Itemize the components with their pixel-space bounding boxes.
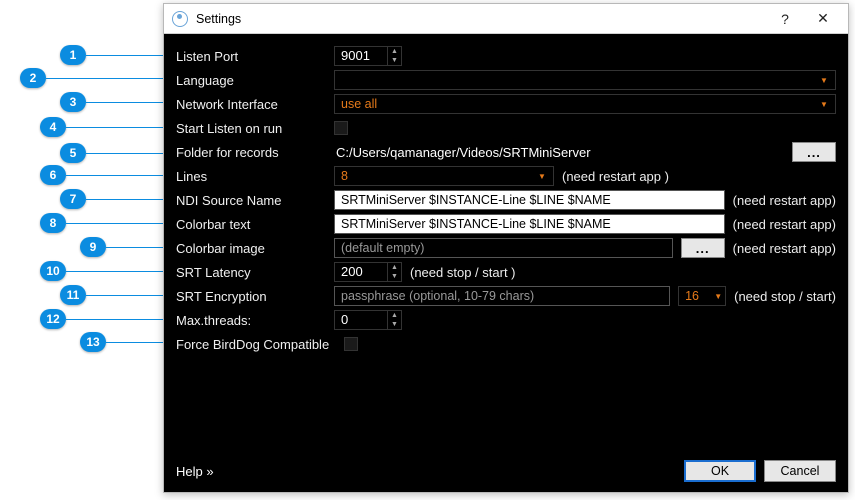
- close-button[interactable]: ✕: [804, 5, 842, 33]
- help-button[interactable]: ?: [766, 5, 804, 33]
- colorbar-image-label: Colorbar image: [176, 241, 326, 256]
- chevron-down-icon: ▼: [817, 76, 831, 85]
- app-icon: [172, 11, 188, 27]
- content-area: Listen Port 9001 ▲▼ Language ▼ Network I…: [164, 34, 848, 492]
- chevron-down-icon: ▼: [535, 172, 549, 181]
- callout-12: 12: [40, 309, 66, 329]
- chevron-up-icon[interactable]: ▲: [388, 47, 401, 56]
- srt-encryption-key-combo[interactable]: 16 ▼: [678, 286, 726, 306]
- callout-9: 9: [80, 237, 106, 257]
- callout-7: 7: [60, 189, 86, 209]
- start-listen-checkbox[interactable]: [334, 121, 348, 135]
- srt-encryption-input[interactable]: passphrase (optional, 10-79 chars): [334, 286, 670, 306]
- ndi-source-note: (need restart app): [733, 193, 836, 208]
- max-threads-input[interactable]: 0 ▲▼: [334, 310, 402, 330]
- network-interface-combo[interactable]: use all ▼: [334, 94, 836, 114]
- colorbar-image-note: (need restart app): [733, 241, 836, 256]
- colorbar-text-note: (need restart app): [733, 217, 836, 232]
- chevron-down-icon[interactable]: ▼: [388, 320, 401, 329]
- cancel-button[interactable]: Cancel: [764, 460, 836, 482]
- colorbar-text-label: Colorbar text: [176, 217, 326, 232]
- language-combo[interactable]: ▼: [334, 70, 836, 90]
- lines-label: Lines: [176, 169, 326, 184]
- srt-latency-input[interactable]: 200 ▲▼: [334, 262, 402, 282]
- lines-combo[interactable]: 8 ▼: [334, 166, 554, 186]
- callout-5: 5: [60, 143, 86, 163]
- settings-dialog: Settings ? ✕ Listen Port 9001 ▲▼ Languag…: [163, 3, 849, 493]
- srt-latency-note: (need stop / start ): [410, 265, 516, 280]
- callout-11: 11: [60, 285, 86, 305]
- ok-button[interactable]: OK: [684, 460, 756, 482]
- window-title: Settings: [196, 12, 766, 26]
- callout-10: 10: [40, 261, 66, 281]
- help-link[interactable]: Help »: [176, 464, 214, 479]
- force-birddog-checkbox[interactable]: [344, 337, 358, 351]
- srt-latency-label: SRT Latency: [176, 265, 326, 280]
- colorbar-image-input[interactable]: (default empty): [334, 238, 673, 258]
- force-birddog-label: Force BirdDog Compatible: [176, 337, 336, 352]
- callout-2: 2: [20, 68, 46, 88]
- chevron-up-icon[interactable]: ▲: [388, 263, 401, 272]
- colorbar-image-browse-button[interactable]: ...: [681, 238, 725, 258]
- callout-13: 13: [80, 332, 106, 352]
- ndi-source-input[interactable]: SRTMiniServer $INSTANCE-Line $LINE $NAME: [334, 190, 725, 210]
- colorbar-text-input[interactable]: SRTMiniServer $INSTANCE-Line $LINE $NAME: [334, 214, 725, 234]
- callout-3: 3: [60, 92, 86, 112]
- chevron-up-icon[interactable]: ▲: [388, 311, 401, 320]
- start-listen-label: Start Listen on run: [176, 121, 326, 136]
- chevron-down-icon: ▼: [714, 292, 722, 301]
- listen-port-input[interactable]: 9001 ▲▼: [334, 46, 402, 66]
- lines-note: (need restart app ): [562, 169, 669, 184]
- callouts-panel: 1 2 3 4 5 6 7 8 9 10 11 12 13: [0, 0, 160, 500]
- callout-6: 6: [40, 165, 66, 185]
- folder-label: Folder for records: [176, 145, 326, 160]
- srt-encryption-label: SRT Encryption: [176, 289, 326, 304]
- chevron-down-icon: ▼: [817, 100, 831, 109]
- titlebar: Settings ? ✕: [164, 4, 848, 34]
- srt-encryption-note: (need stop / start): [734, 289, 836, 304]
- chevron-down-icon[interactable]: ▼: [388, 272, 401, 281]
- max-threads-label: Max.threads:: [176, 313, 326, 328]
- language-label: Language: [176, 73, 326, 88]
- callout-8: 8: [40, 213, 66, 233]
- folder-browse-button[interactable]: ...: [792, 142, 836, 162]
- folder-path: C:/Users/qamanager/Videos/SRTMiniServer: [334, 145, 784, 160]
- ndi-source-label: NDI Source Name: [176, 193, 326, 208]
- callout-1: 1: [60, 45, 86, 65]
- callout-4: 4: [40, 117, 66, 137]
- network-interface-label: Network Interface: [176, 97, 326, 112]
- chevron-down-icon[interactable]: ▼: [388, 56, 401, 65]
- listen-port-label: Listen Port: [176, 49, 326, 64]
